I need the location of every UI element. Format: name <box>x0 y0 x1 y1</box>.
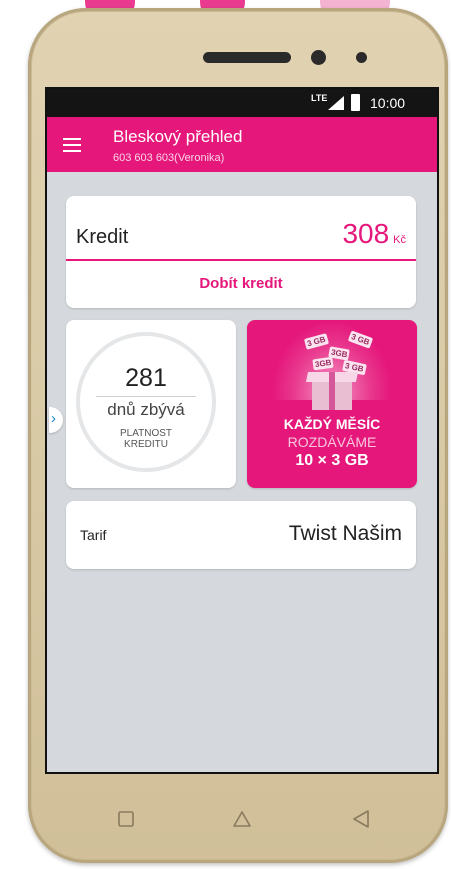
validity-circle: 281 dnů zbývá PLATNOST KREDITU <box>76 332 216 472</box>
proximity-sensor <box>356 52 367 63</box>
topup-credit-button[interactable]: Dobít kredit <box>66 275 416 292</box>
status-time: 10:00 <box>370 95 406 111</box>
gift-box-icon <box>305 372 359 412</box>
validity-note: PLATNOST KREDITU <box>119 428 173 450</box>
tariff-value: Twist Našim <box>288 522 402 545</box>
app-bar: Bleskový přehled 603 603 603(Veronika) <box>47 117 437 172</box>
tariff-label: Tarif <box>80 527 107 543</box>
side-drawer-handle[interactable]: › <box>49 407 63 433</box>
promo-banner[interactable]: 3 GB 3GB 3 GB 3GB 3 GB KAŽDÝ MĚSÍC ROZDÁ… <box>247 320 417 488</box>
credit-divider <box>66 259 416 261</box>
status-bar: LTE 10:00 <box>47 89 437 117</box>
credit-label: Kredit <box>76 226 129 248</box>
promo-line-1: KAŽDÝ MĚSÍC <box>283 416 381 432</box>
credit-card: Kredit 308 Kč Dobít kredit <box>66 196 416 308</box>
promo-line-2: ROZDÁVÁME <box>287 434 377 450</box>
credit-value: 308 <box>342 218 390 249</box>
home-triangle-up-icon[interactable] <box>231 808 253 830</box>
chevron-right-icon: › <box>51 410 56 427</box>
earpiece-speaker <box>203 52 291 63</box>
validity-days: 281 <box>125 364 167 392</box>
front-camera <box>311 50 326 65</box>
tariff-card[interactable]: Tarif Twist Našim <box>66 501 416 569</box>
battery-icon <box>351 94 360 111</box>
credit-currency: Kč <box>393 234 406 246</box>
back-triangle-left-icon[interactable] <box>350 808 372 830</box>
credit-amount: 308 Kč <box>342 218 406 250</box>
phone-screen: LTE 10:00 Bleskový přehled 603 603 603(V… <box>47 89 437 772</box>
app-subtitle: 603 603 603(Veronika) <box>113 152 225 164</box>
app-title: Bleskový přehled <box>113 127 243 146</box>
validity-divider <box>96 396 196 397</box>
credit-validity-card[interactable]: 281 dnů zbývá PLATNOST KREDITU <box>66 320 236 488</box>
recent-apps-square-icon[interactable] <box>115 808 137 830</box>
promo-line-3: 10 × 3 GB <box>295 452 369 469</box>
hamburger-menu-icon[interactable] <box>63 138 81 152</box>
network-type-label: LTE <box>311 93 328 103</box>
validity-days-left-label: dnů zbývá <box>107 400 185 419</box>
signal-icon <box>328 96 344 110</box>
